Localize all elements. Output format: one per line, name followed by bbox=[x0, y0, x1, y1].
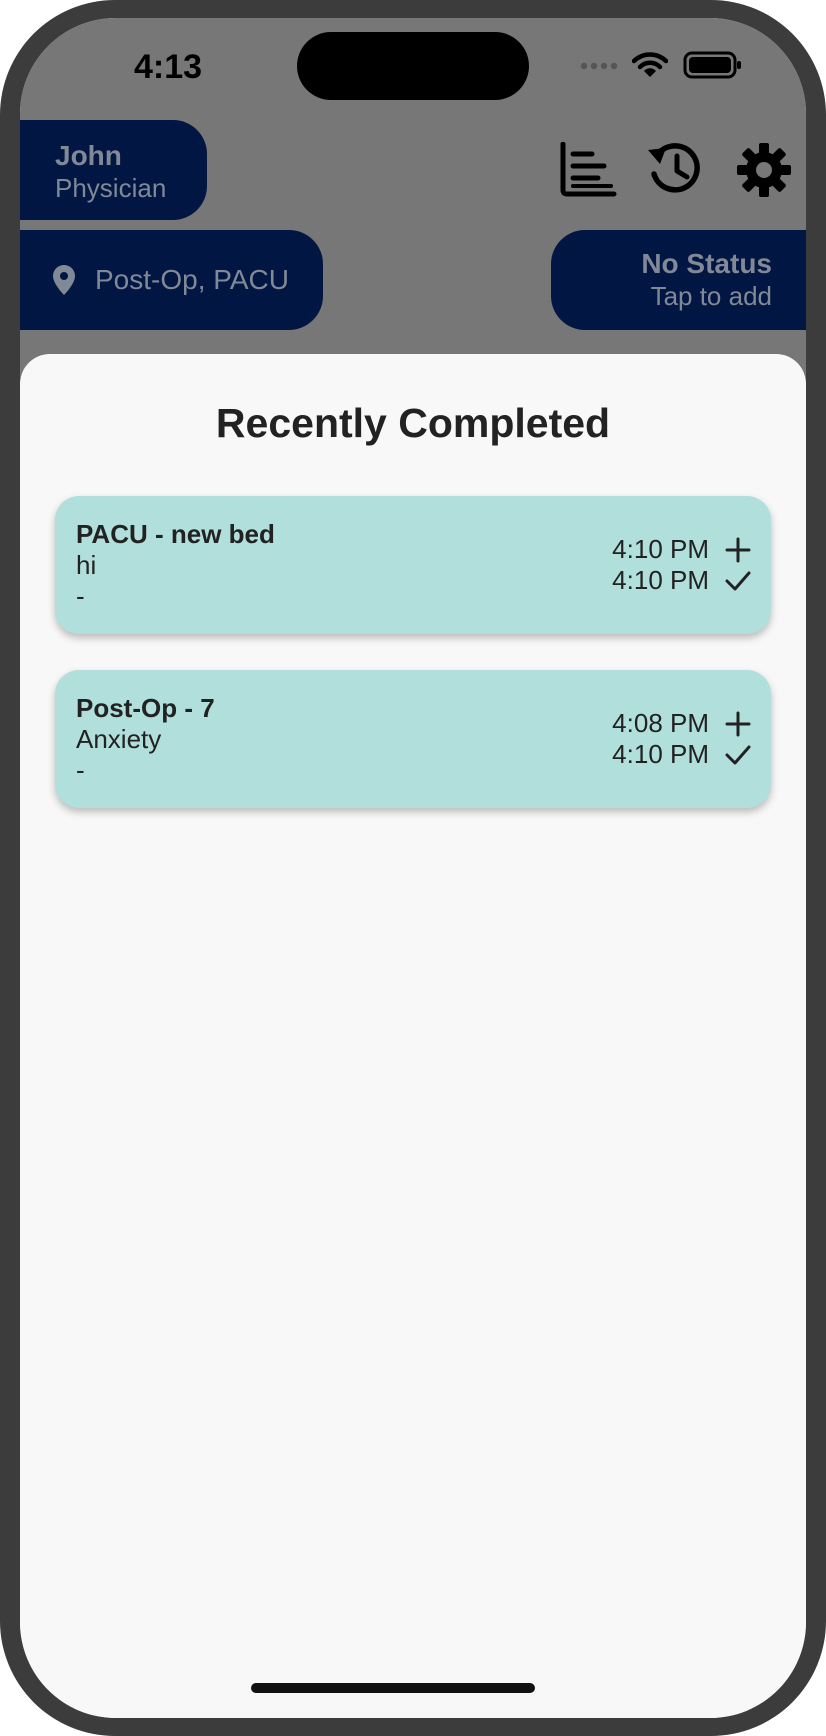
created-time: 4:10 PM bbox=[612, 534, 709, 564]
location-pill[interactable]: Post-Op, PACU bbox=[20, 230, 323, 330]
status-title: No Status bbox=[641, 248, 772, 279]
plus-icon bbox=[725, 711, 751, 736]
plus-icon bbox=[725, 537, 751, 562]
dimmed-background[interactable]: 4:13 John Physician Post-Op, PACU No Sta… bbox=[20, 18, 806, 398]
status-pill[interactable]: No Status Tap to add bbox=[551, 230, 806, 330]
user-role: Physician bbox=[55, 173, 167, 203]
signal-dots-icon bbox=[580, 62, 618, 70]
check-icon bbox=[725, 745, 751, 764]
screen: 4:13 John Physician Post-Op, PACU No Sta… bbox=[20, 18, 806, 1718]
battery-icon bbox=[683, 51, 741, 79]
status-time: 4:13 bbox=[134, 48, 203, 86]
wifi-icon bbox=[632, 52, 668, 77]
created-time: 4:08 PM bbox=[612, 708, 709, 738]
recently-completed-sheet: Recently Completed PACU - new bed hi - 4… bbox=[20, 354, 806, 1718]
phone-frame: 4:13 John Physician Post-Op, PACU No Sta… bbox=[0, 0, 826, 1736]
home-indicator[interactable] bbox=[251, 1683, 535, 1693]
card-times: 4:10 PM 4:10 PM bbox=[612, 534, 751, 596]
user-name: John bbox=[55, 140, 122, 171]
completed-time: 4:10 PM bbox=[612, 739, 709, 769]
status-bar: 4:13 bbox=[20, 18, 806, 118]
location-pin-icon bbox=[53, 265, 75, 295]
completed-card[interactable]: PACU - new bed hi - 4:10 PM 4:10 PM bbox=[55, 496, 771, 634]
sheet-title: Recently Completed bbox=[215, 400, 611, 446]
check-icon bbox=[725, 571, 751, 590]
dynamic-island bbox=[297, 32, 529, 100]
history-icon[interactable] bbox=[646, 140, 704, 198]
location-label: Post-Op, PACU bbox=[95, 264, 289, 295]
settings-icon[interactable] bbox=[736, 142, 792, 198]
chart-icon[interactable] bbox=[558, 142, 618, 198]
completed-card[interactable]: Post-Op - 7 Anxiety - 4:08 PM 4:10 PM bbox=[55, 670, 771, 808]
user-pill[interactable]: John Physician bbox=[20, 120, 207, 220]
status-subtitle: Tap to add bbox=[650, 281, 772, 311]
card-times: 4:08 PM 4:10 PM bbox=[612, 708, 751, 770]
completed-time: 4:10 PM bbox=[612, 565, 709, 595]
